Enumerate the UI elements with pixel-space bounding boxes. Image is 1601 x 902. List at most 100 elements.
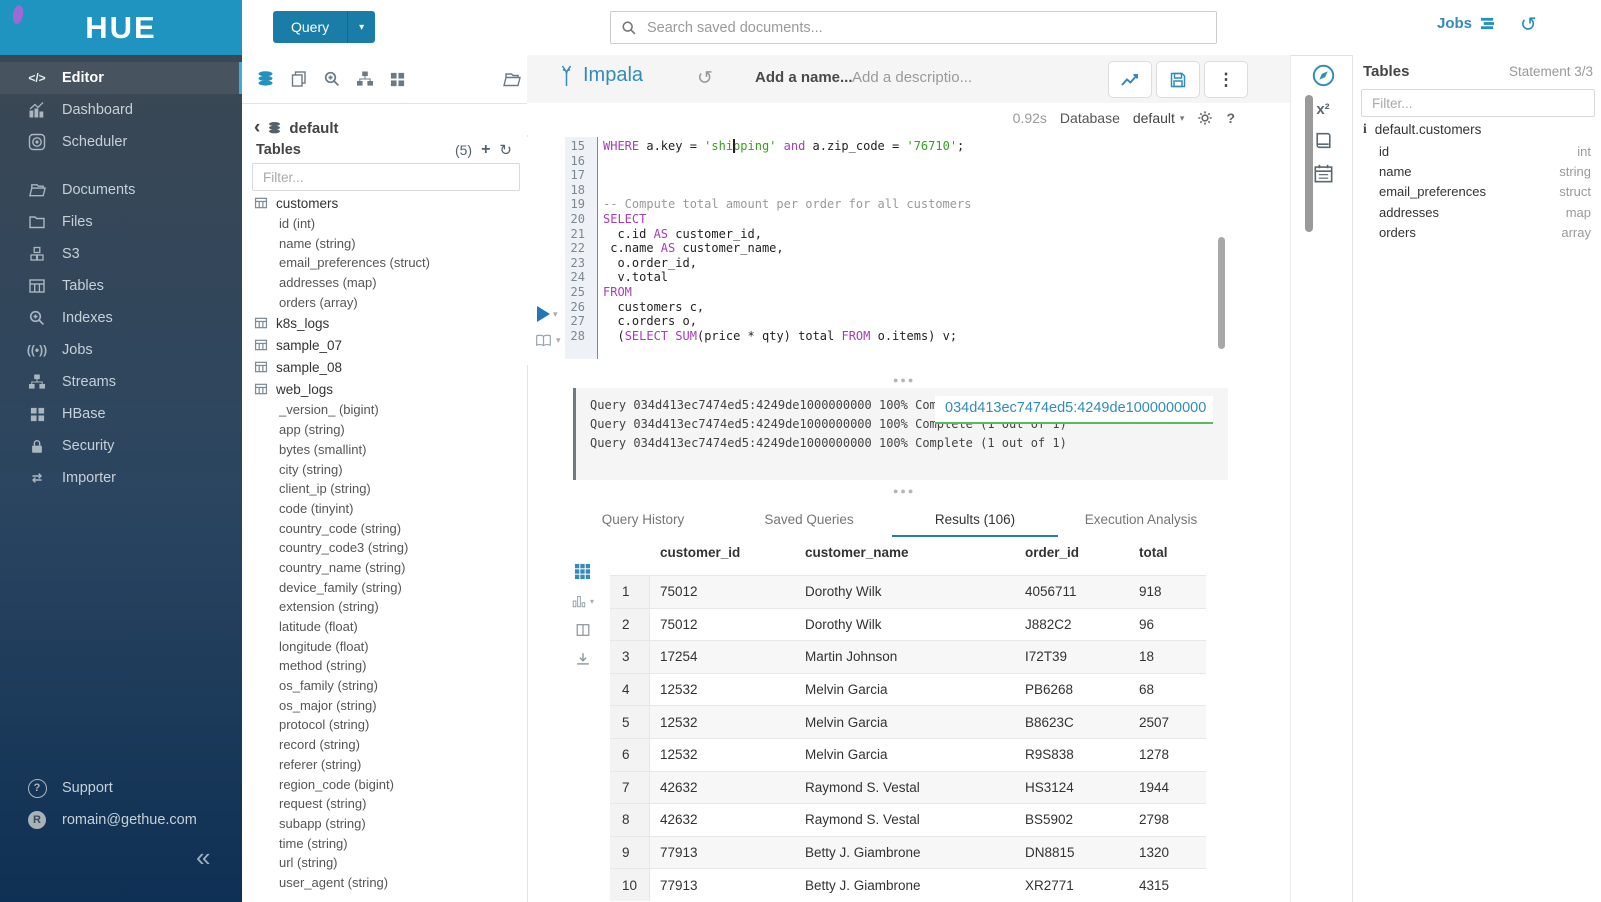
tree-column[interactable]: os_major (string) bbox=[254, 696, 516, 716]
tree-column[interactable]: app (string) bbox=[254, 420, 516, 440]
col-header[interactable]: customer_id bbox=[650, 545, 795, 575]
functions-icon[interactable]: x² bbox=[1316, 101, 1329, 118]
tree-column[interactable]: longitude (float) bbox=[254, 637, 516, 657]
apps-grid-icon[interactable] bbox=[389, 71, 406, 88]
query-description-field[interactable]: Add a descriptio... bbox=[852, 69, 972, 86]
tree-column[interactable]: country_name (string) bbox=[254, 558, 516, 578]
add-table-icon[interactable]: + bbox=[481, 141, 490, 159]
resize-handle[interactable]: ●●● bbox=[893, 486, 915, 496]
sidebar-item-editor[interactable]: </>Editor bbox=[0, 62, 242, 94]
columns-view-icon[interactable] bbox=[571, 622, 594, 638]
sidebar-item-jobs[interactable]: ((•))Jobs bbox=[0, 334, 242, 366]
tree-column[interactable]: _version_ (bigint) bbox=[254, 400, 516, 420]
new-query-button[interactable]: Query ▾ bbox=[273, 11, 375, 43]
settings-gear-icon[interactable] bbox=[1197, 110, 1213, 126]
tree-column[interactable]: addresses (map) bbox=[254, 273, 516, 293]
tree-column[interactable]: extension (string) bbox=[254, 597, 516, 617]
sidebar-item-documents[interactable]: Documents bbox=[0, 174, 242, 206]
tree-column[interactable]: client_ip (string) bbox=[254, 479, 516, 499]
sidebar-item-streams[interactable]: Streams bbox=[0, 366, 242, 398]
resize-handle[interactable]: ●●● bbox=[893, 375, 915, 385]
editor-assistant-icon[interactable] bbox=[1311, 63, 1336, 88]
engine-selector[interactable]: Impala bbox=[558, 64, 643, 87]
right-column-email_preferences[interactable]: email_preferencesstruct bbox=[1379, 182, 1591, 202]
tree-column[interactable]: device_family (string) bbox=[254, 578, 516, 598]
sql-editor[interactable]: 15WHERE a.key = 'shipping' and a.zip_cod… bbox=[527, 137, 1290, 365]
open-folder-icon[interactable] bbox=[502, 70, 522, 89]
tree-column[interactable]: country_code3 (string) bbox=[254, 538, 516, 558]
right-column-id[interactable]: idint bbox=[1379, 141, 1591, 161]
tab-results-106-[interactable]: Results (106) bbox=[892, 503, 1058, 537]
sitemap-icon[interactable] bbox=[356, 70, 374, 88]
save-button[interactable] bbox=[1156, 61, 1200, 98]
editor-history-icon[interactable]: ↺ bbox=[697, 67, 713, 90]
hue-logo[interactable]: HUE bbox=[0, 0, 242, 55]
col-header[interactable]: total bbox=[1129, 545, 1206, 575]
tree-column[interactable]: method (string) bbox=[254, 656, 516, 676]
tables-filter-input[interactable] bbox=[252, 163, 520, 191]
info-icon[interactable]: i bbox=[1363, 121, 1367, 137]
zoom-in-icon[interactable] bbox=[323, 70, 341, 88]
global-search[interactable] bbox=[610, 11, 1217, 44]
search-input[interactable] bbox=[645, 19, 1169, 37]
tree-column[interactable]: time (string) bbox=[254, 834, 516, 854]
tree-column[interactable]: bytes (smallint) bbox=[254, 440, 516, 460]
download-icon[interactable] bbox=[571, 651, 594, 667]
tree-table-web_logs[interactable]: web_logs bbox=[254, 378, 516, 400]
tree-column[interactable]: subapp (string) bbox=[254, 814, 516, 834]
grid-view-icon[interactable] bbox=[571, 563, 594, 580]
col-header[interactable]: customer_name bbox=[795, 545, 1015, 575]
query-name-field[interactable]: Add a name... bbox=[755, 69, 853, 86]
refresh-icon[interactable]: ↻ bbox=[499, 141, 512, 159]
sidebar-item-scheduler[interactable]: Scheduler bbox=[0, 126, 242, 158]
sidebar-item-dashboard[interactable]: Dashboard bbox=[0, 94, 242, 126]
tree-column[interactable]: region_code (bigint) bbox=[254, 775, 516, 795]
chart-view-button[interactable]: ▾ bbox=[571, 593, 594, 609]
database-breadcrumb[interactable]: ‹ default bbox=[254, 117, 339, 139]
tree-column[interactable]: protocol (string) bbox=[254, 715, 516, 735]
help-question-icon[interactable]: ? bbox=[1226, 110, 1235, 126]
query-id-overlay[interactable]: 034d413ec7474ed5:4249de1000000000 bbox=[935, 396, 1213, 424]
tree-column[interactable]: url (string) bbox=[254, 853, 516, 873]
jobs-link[interactable]: Jobs bbox=[1437, 15, 1496, 32]
tab-query-history[interactable]: Query History bbox=[560, 503, 726, 537]
sidebar-item-security[interactable]: Security bbox=[0, 430, 242, 462]
tree-column[interactable]: country_code (string) bbox=[254, 519, 516, 539]
chart-button[interactable] bbox=[1108, 61, 1152, 98]
tree-column[interactable]: request (string) bbox=[254, 794, 516, 814]
sidebar-item-tables[interactable]: Tables bbox=[0, 270, 242, 302]
tree-column[interactable]: orders (array) bbox=[254, 293, 516, 313]
tree-table-k8s_logs[interactable]: k8s_logs bbox=[254, 312, 516, 334]
sidebar-item-indexes[interactable]: Indexes bbox=[0, 302, 242, 334]
right-column-orders[interactable]: ordersarray bbox=[1379, 223, 1591, 243]
documents-assist-icon[interactable] bbox=[290, 70, 308, 88]
query-history-icon[interactable]: ↺ bbox=[1520, 12, 1537, 37]
scheduler-calendar-icon[interactable] bbox=[1313, 163, 1334, 184]
tree-table-sample_08[interactable]: sample_08 bbox=[254, 356, 516, 378]
editor-scrollbar[interactable] bbox=[1218, 237, 1225, 349]
tree-column[interactable]: id (int) bbox=[254, 214, 516, 234]
tab-saved-queries[interactable]: Saved Queries bbox=[726, 503, 892, 537]
query-dropdown-caret-icon[interactable]: ▾ bbox=[347, 11, 375, 43]
tree-column[interactable]: name (string) bbox=[254, 234, 516, 254]
tree-column[interactable]: city (string) bbox=[254, 460, 516, 480]
kebab-menu-button[interactable]: ⋮ bbox=[1204, 61, 1248, 98]
right-column-name[interactable]: namestring bbox=[1379, 161, 1591, 181]
tree-column[interactable]: code (tinyint) bbox=[254, 499, 516, 519]
database-select[interactable]: default ▾ bbox=[1133, 110, 1185, 126]
sidebar-item-s3[interactable]: S3 bbox=[0, 238, 242, 270]
sidebar-item-files[interactable]: Files bbox=[0, 206, 242, 238]
sidebar-item-support[interactable]: ? Support bbox=[0, 772, 242, 804]
right-column-addresses[interactable]: addressesmap bbox=[1379, 202, 1591, 222]
tree-column[interactable]: latitude (float) bbox=[254, 617, 516, 637]
tree-column[interactable]: record (string) bbox=[254, 735, 516, 755]
sidebar-item-importer[interactable]: ⇄Importer bbox=[0, 462, 242, 494]
databases-assist-icon[interactable] bbox=[256, 70, 275, 89]
docs-book-button[interactable]: ▾ bbox=[535, 333, 561, 348]
col-header[interactable]: order_id bbox=[1015, 545, 1129, 575]
right-filter-input[interactable] bbox=[1361, 89, 1595, 117]
tab-execution-analysis[interactable]: Execution Analysis bbox=[1058, 503, 1224, 537]
tree-column[interactable]: os_family (string) bbox=[254, 676, 516, 696]
tree-column[interactable]: referer (string) bbox=[254, 755, 516, 775]
active-table-row[interactable]: i default.customers bbox=[1363, 121, 1481, 137]
